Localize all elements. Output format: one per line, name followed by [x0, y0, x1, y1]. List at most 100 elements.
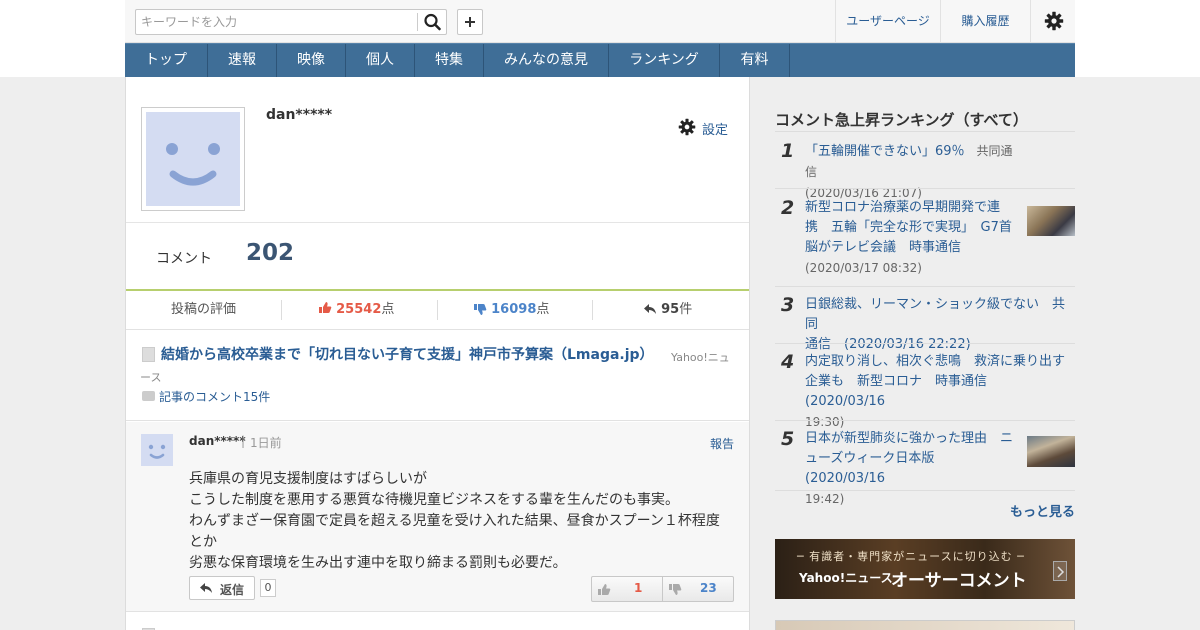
reply-arrow-icon	[644, 304, 656, 314]
like-count: 1	[634, 581, 643, 595]
ranking-item-3[interactable]: 日銀総裁、リーマン・ショック級でない 共同 通信 (2020/03/16 22:…	[805, 295, 1075, 355]
ranking-divider	[775, 420, 1075, 421]
reply-button[interactable]: 返信	[189, 576, 255, 600]
global-nav: トップ 速報 映像 個人 特集 みんなの意見 ランキング 有料	[125, 43, 1075, 77]
rank-number: 1	[781, 140, 795, 162]
ranking-line: (2020/03/17 08:32)	[805, 261, 922, 275]
comment-avatar	[141, 434, 173, 466]
ranking-line: 脳がテレビ会議 時事通信	[805, 240, 962, 255]
banner-product: オーサーコメント	[891, 571, 1027, 591]
secondary-banner[interactable]	[775, 620, 1075, 630]
comment-username: dan*****	[189, 434, 246, 448]
top-header: ユーザーページ 購入履歴 トップ 速報 映像	[0, 0, 1200, 77]
ranking-thumbnail[interactable]	[1027, 206, 1075, 236]
report-link[interactable]: 報告	[710, 435, 734, 452]
nav-opinions[interactable]: みんなの意見	[484, 44, 609, 77]
nav-video[interactable]: 映像	[277, 44, 346, 77]
user-page-link[interactable]: ユーザーページ	[835, 0, 940, 42]
nav-top[interactable]: トップ	[125, 44, 208, 77]
replies-unit: 件	[679, 302, 693, 317]
ranking-divider	[775, 343, 1075, 344]
ranking-divider	[775, 131, 1075, 132]
ranking-divider	[775, 188, 1075, 189]
stats-label: 投稿の評価	[171, 302, 237, 317]
search-input[interactable]	[136, 10, 418, 34]
add-button[interactable]	[457, 9, 483, 35]
settings-button[interactable]	[1030, 0, 1075, 42]
document-icon	[142, 347, 155, 362]
comment-line: わんずまざー保育園で定員を超える児童を受け入れた結果、昼食かスプーン１杯程度	[189, 513, 720, 529]
rank-number: 2	[781, 197, 795, 219]
search-icon	[424, 13, 441, 31]
plus-icon-vertical	[469, 17, 471, 27]
like-button[interactable]: 1	[592, 577, 663, 601]
comment-line: こうした制度を悪用する悪質な待機児童ビジネスをする輩を生んだのも事実。	[189, 492, 679, 508]
ranking-item-1[interactable]: 「五輪開催できない」69％ 共同通信 (2020/03/16 21:07)	[805, 141, 1020, 203]
dislikes-unit: 点	[536, 302, 550, 317]
thumbs-up-icon	[319, 302, 332, 313]
article-source: Yahoo!ニュ	[671, 351, 730, 364]
article-block: 結婚から高校卒業まで「切れ目ない子育て支援」神戸市予算案（Lmaga.jp） Y…	[126, 331, 749, 421]
comment-bubble-icon	[142, 391, 155, 401]
ranking-divider	[775, 490, 1075, 491]
header-bar: ユーザーページ 購入履歴	[125, 0, 1075, 43]
smiley-icon	[148, 444, 166, 459]
likes-unit: 点	[381, 302, 395, 317]
rating-stats: 投稿の評価 25542点 16098点 95件	[126, 291, 749, 330]
rank-number: 3	[781, 294, 795, 316]
nav-breaking[interactable]: 速報	[208, 44, 277, 77]
search-box	[135, 9, 447, 35]
nav-individual[interactable]: 個人	[346, 44, 415, 77]
rank-number: 4	[781, 351, 795, 373]
next-article-row	[126, 613, 749, 630]
ranking-line: 企業も 新型コロナ 時事通信 (2020/03/16	[805, 374, 1001, 409]
section-divider	[126, 222, 749, 223]
stats-divider	[281, 300, 282, 320]
ranking-line: 日銀総裁、リーマン・ショック級でない 共同	[805, 297, 1066, 332]
purchase-history-link[interactable]: 購入履歴	[940, 0, 1030, 42]
search-divider	[417, 13, 418, 31]
comment-line: 劣悪な保育環境を生み出す連中を取り締まる罰則も必要だ。	[189, 555, 567, 571]
ranking-item-2[interactable]: 新型コロナ治療薬の早期開発で連 携 五輪「完全な形で実現」 G7首 脳がテレビ会…	[805, 198, 1023, 278]
rank-number: 5	[781, 428, 795, 450]
dislike-button[interactable]: 23	[663, 577, 734, 601]
gear-icon	[1044, 11, 1064, 31]
nav-feature[interactable]: 特集	[415, 44, 484, 77]
likes-stat: 25542点	[318, 291, 394, 330]
settings-label: 設定	[702, 123, 729, 138]
thumbs-down-icon	[474, 304, 487, 315]
article-comments-link[interactable]: 記事のコメント15件	[159, 388, 270, 405]
comment-count-value: 202	[246, 240, 295, 266]
ranking-line: 日本が新型肺炎に強かった理由 ニ	[805, 431, 1014, 446]
ranking-line: 携 五輪「完全な形で実現」 G7首	[805, 220, 1012, 235]
comment-meta-separator: |	[241, 434, 246, 448]
ranking-line: 19:42)	[805, 492, 845, 506]
likes-value: 25542	[336, 302, 382, 317]
search-button[interactable]	[422, 12, 444, 32]
profile-username: dan*****	[266, 107, 333, 123]
comment-time: 1日前	[250, 436, 282, 450]
comment-item: dan***** | 1日前 報告 兵庫県の育児支援制度はすばらしいが こうした…	[126, 422, 749, 612]
article-title-link[interactable]: 結婚から高校卒業まで「切れ目ない子育て支援」神戸市予算案（Lmaga.jp）	[161, 345, 661, 365]
banner-brand: Yahoo!ニュース	[799, 571, 893, 585]
ranking-item-5[interactable]: 日本が新型肺炎に強かった理由 ニ ューズウィーク日本版 (2020/03/16 …	[805, 429, 1023, 509]
nav-ranking[interactable]: ランキング	[609, 44, 720, 77]
ranking-line: 「五輪開催できない」69％ 共同通信	[805, 141, 1020, 183]
gear-icon	[678, 118, 696, 136]
dislikes-value: 16098	[491, 302, 537, 317]
article-source-continued: ース	[140, 371, 162, 384]
dislike-count: 23	[700, 581, 717, 595]
ranking-more-link[interactable]: もっと見る	[1010, 501, 1075, 520]
avatar-face	[146, 112, 240, 206]
replies-value: 95	[661, 302, 680, 317]
ranking-headline: 「五輪開催できない」69％	[805, 144, 965, 159]
ranking-line: 新型コロナ治療薬の早期開発で連	[805, 200, 1001, 215]
comment-body: 兵庫県の育児支援制度はすばらしいが こうした制度を悪用する悪質な待機児童ビジネス…	[189, 469, 729, 574]
ranking-thumbnail[interactable]	[1027, 436, 1075, 467]
reply-count: 0	[260, 579, 276, 597]
thumbs-up-icon	[598, 584, 611, 595]
ranking-line: 内定取り消し、相次ぐ悲鳴 救済に乗り出す	[805, 354, 1066, 369]
nav-paid[interactable]: 有料	[720, 44, 790, 77]
author-comment-banner[interactable]: ─ 有識者・専門家がニュースに切り込む ─ Yahoo!ニュース オーサーコメン…	[775, 539, 1075, 599]
dislikes-stat: 16098点	[473, 291, 549, 330]
